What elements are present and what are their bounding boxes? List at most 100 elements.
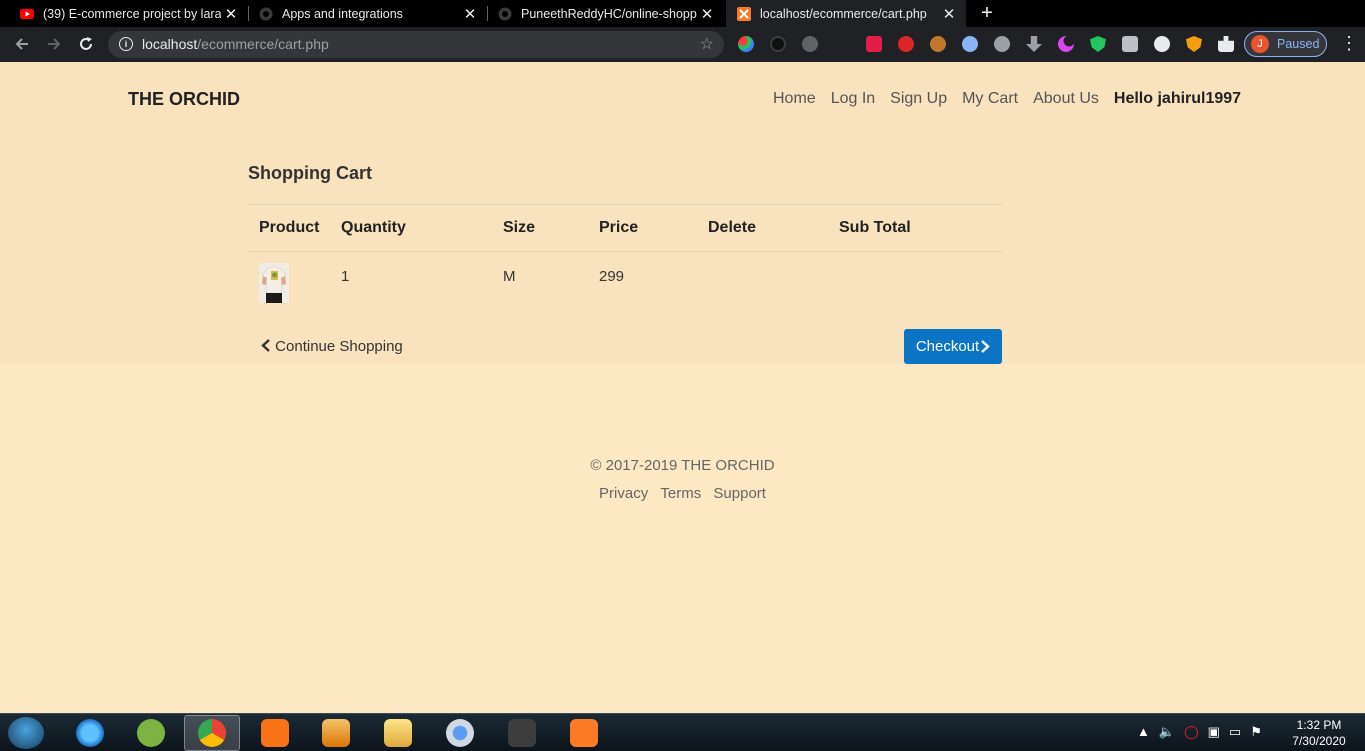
browser-tab-strip: (39) E-commerce project by larav ✕ Apps … — [0, 0, 1365, 27]
tab-close-button[interactable]: ✕ — [698, 0, 716, 27]
tab-title: (39) E-commerce project by larav — [43, 6, 221, 21]
nav-signup[interactable]: Sign Up — [890, 90, 947, 108]
adblock-extension-icon[interactable] — [898, 36, 914, 52]
site-info-icon[interactable]: i — [119, 37, 133, 51]
network-icon[interactable]: ▭ — [1229, 724, 1241, 740]
taskbar-xampp[interactable] — [556, 715, 612, 751]
xampp-icon — [570, 719, 598, 747]
user-greeting[interactable]: Hello jahirul1997 — [1114, 90, 1241, 108]
chrome-icon — [198, 719, 226, 747]
column-header-quantity: Quantity — [341, 219, 406, 236]
nav-about-us[interactable]: About Us — [1033, 90, 1099, 108]
dark-mode-extension-icon[interactable] — [770, 36, 786, 52]
moon-extension-icon[interactable] — [1058, 36, 1074, 52]
checkout-button[interactable]: Checkout — [904, 329, 1002, 364]
taskbar-android-studio[interactable] — [123, 715, 179, 751]
taskbar-chrome[interactable] — [184, 715, 240, 751]
tab-close-button[interactable]: ✕ — [222, 0, 240, 27]
footer-link-terms[interactable]: Terms — [660, 485, 701, 502]
forward-arrow-icon — [48, 38, 61, 50]
avatar: J — [1251, 35, 1269, 53]
taskbar-file-explorer[interactable] — [370, 715, 426, 751]
show-hidden-icons-icon[interactable]: ▲ — [1137, 724, 1150, 740]
taskbar-internet-explorer[interactable] — [62, 715, 118, 751]
windows-start-button[interactable] — [8, 717, 44, 749]
tab-youtube[interactable]: (39) E-commerce project by larav ✕ — [20, 0, 240, 27]
xampp-icon — [737, 6, 751, 21]
device-icon[interactable]: ▣ — [1208, 724, 1220, 740]
taskbar-clock[interactable]: 1:32 PM 7/30/2020 — [1282, 717, 1356, 749]
tab-title: Apps and integrations — [282, 6, 403, 21]
new-tab-button[interactable]: + — [978, 0, 996, 27]
site-brand[interactable]: THE ORCHID — [128, 89, 240, 110]
tab-separator — [248, 6, 249, 21]
nav-home[interactable]: Home — [773, 90, 816, 108]
puzzle-extensions-icon[interactable] — [1218, 36, 1234, 52]
address-bar[interactable]: i localhost/ecommerce/cart.php ☆ — [108, 31, 724, 58]
system-tray: ▲ 🔈 ◯ ▣ ▭ ⚑ — [1137, 724, 1262, 740]
checkout-label: Checkout — [915, 338, 980, 355]
video-extension-icon[interactable] — [866, 36, 882, 52]
opera-icon[interactable]: ◯ — [1184, 724, 1199, 740]
download-extension-icon[interactable] — [1026, 36, 1042, 52]
folder-icon — [384, 719, 412, 747]
tab-title: PuneethReddyHC/online-shoppin — [521, 6, 697, 21]
copy-extension-icon[interactable] — [1122, 36, 1138, 52]
bookmark-star-icon[interactable]: ☆ — [700, 34, 714, 54]
gear-extension-icon[interactable] — [1154, 36, 1170, 52]
volume-icon[interactable]: 🔈 — [1159, 724, 1175, 740]
tab-title: localhost/ecommerce/cart.php — [760, 6, 927, 21]
taskbar-chromium[interactable] — [432, 715, 488, 751]
browser-toolbar: i localhost/ecommerce/cart.php ☆ J Pause… — [0, 27, 1365, 62]
sublime-text-icon — [508, 719, 536, 747]
android-studio-icon — [137, 719, 165, 747]
github-icon — [259, 7, 273, 21]
nav-login[interactable]: Log In — [831, 90, 875, 108]
reload-button[interactable] — [75, 33, 97, 55]
url-text: localhost/ecommerce/cart.php — [142, 36, 329, 52]
product-thumbnail[interactable] — [259, 263, 289, 303]
taskbar-uc-browser[interactable] — [247, 715, 303, 751]
cart-title: Shopping Cart — [248, 163, 372, 183]
tab-online-shopping-repo[interactable]: PuneethReddyHC/online-shoppin ✕ — [498, 0, 716, 27]
back-button[interactable] — [11, 33, 33, 55]
windows-taskbar: ▲ 🔈 ◯ ▣ ▭ ⚑ 1:32 PM 7/30/2020 — [0, 713, 1365, 751]
tab-apps-integrations[interactable]: Apps and integrations ✕ — [259, 0, 479, 27]
column-header-delete: Delete — [708, 219, 757, 236]
tab-close-button[interactable]: ✕ — [461, 0, 479, 27]
taskbar-media-player[interactable] — [308, 715, 364, 751]
footer-links: Privacy Terms Support — [0, 485, 1365, 502]
tab-cart-active[interactable]: localhost/ecommerce/cart.php ✕ — [726, 0, 966, 27]
uc-browser-icon — [261, 719, 289, 747]
shield-extension-icon[interactable] — [1090, 36, 1106, 52]
browser-menu-icon[interactable]: ⋮ — [1340, 34, 1358, 52]
color-picker-extension-icon[interactable] — [738, 36, 754, 52]
media-player-icon — [322, 719, 350, 747]
divider — [248, 251, 1002, 252]
cart-price: 299 — [599, 268, 625, 285]
footer-link-support[interactable]: Support — [713, 485, 766, 502]
cart-size: M — [503, 268, 516, 285]
action-center-flag-icon[interactable]: ⚑ — [1250, 724, 1262, 740]
chevron-right-icon — [981, 340, 990, 353]
site-nav: Home Log In Sign Up My Cart About Us Hel… — [773, 90, 1241, 108]
taskbar-sublime-text[interactable] — [494, 715, 550, 751]
chromium-icon — [446, 719, 474, 747]
profile-status: Paused — [1277, 37, 1320, 51]
youtube-icon — [20, 7, 34, 21]
column-header-price: Price — [599, 219, 639, 236]
tab-close-button[interactable]: ✕ — [940, 0, 958, 27]
continue-shopping-link[interactable]: Continue Shopping — [261, 338, 403, 355]
profile-button[interactable]: J Paused — [1244, 31, 1327, 57]
tab-extension-icon[interactable] — [802, 36, 818, 52]
forward-button[interactable] — [43, 33, 65, 55]
footer-link-privacy[interactable]: Privacy — [599, 485, 648, 502]
settings-extension-icon[interactable] — [994, 36, 1010, 52]
tab-separator — [487, 6, 488, 21]
footer-copyright: © 2017-2019 THE ORCHID — [590, 457, 775, 474]
cookie-extension-icon[interactable] — [930, 36, 946, 52]
brave-extension-icon[interactable] — [1186, 36, 1202, 52]
nav-my-cart[interactable]: My Cart — [962, 90, 1018, 108]
column-header-product: Product — [259, 219, 320, 236]
translate-extension-icon[interactable] — [962, 36, 978, 52]
